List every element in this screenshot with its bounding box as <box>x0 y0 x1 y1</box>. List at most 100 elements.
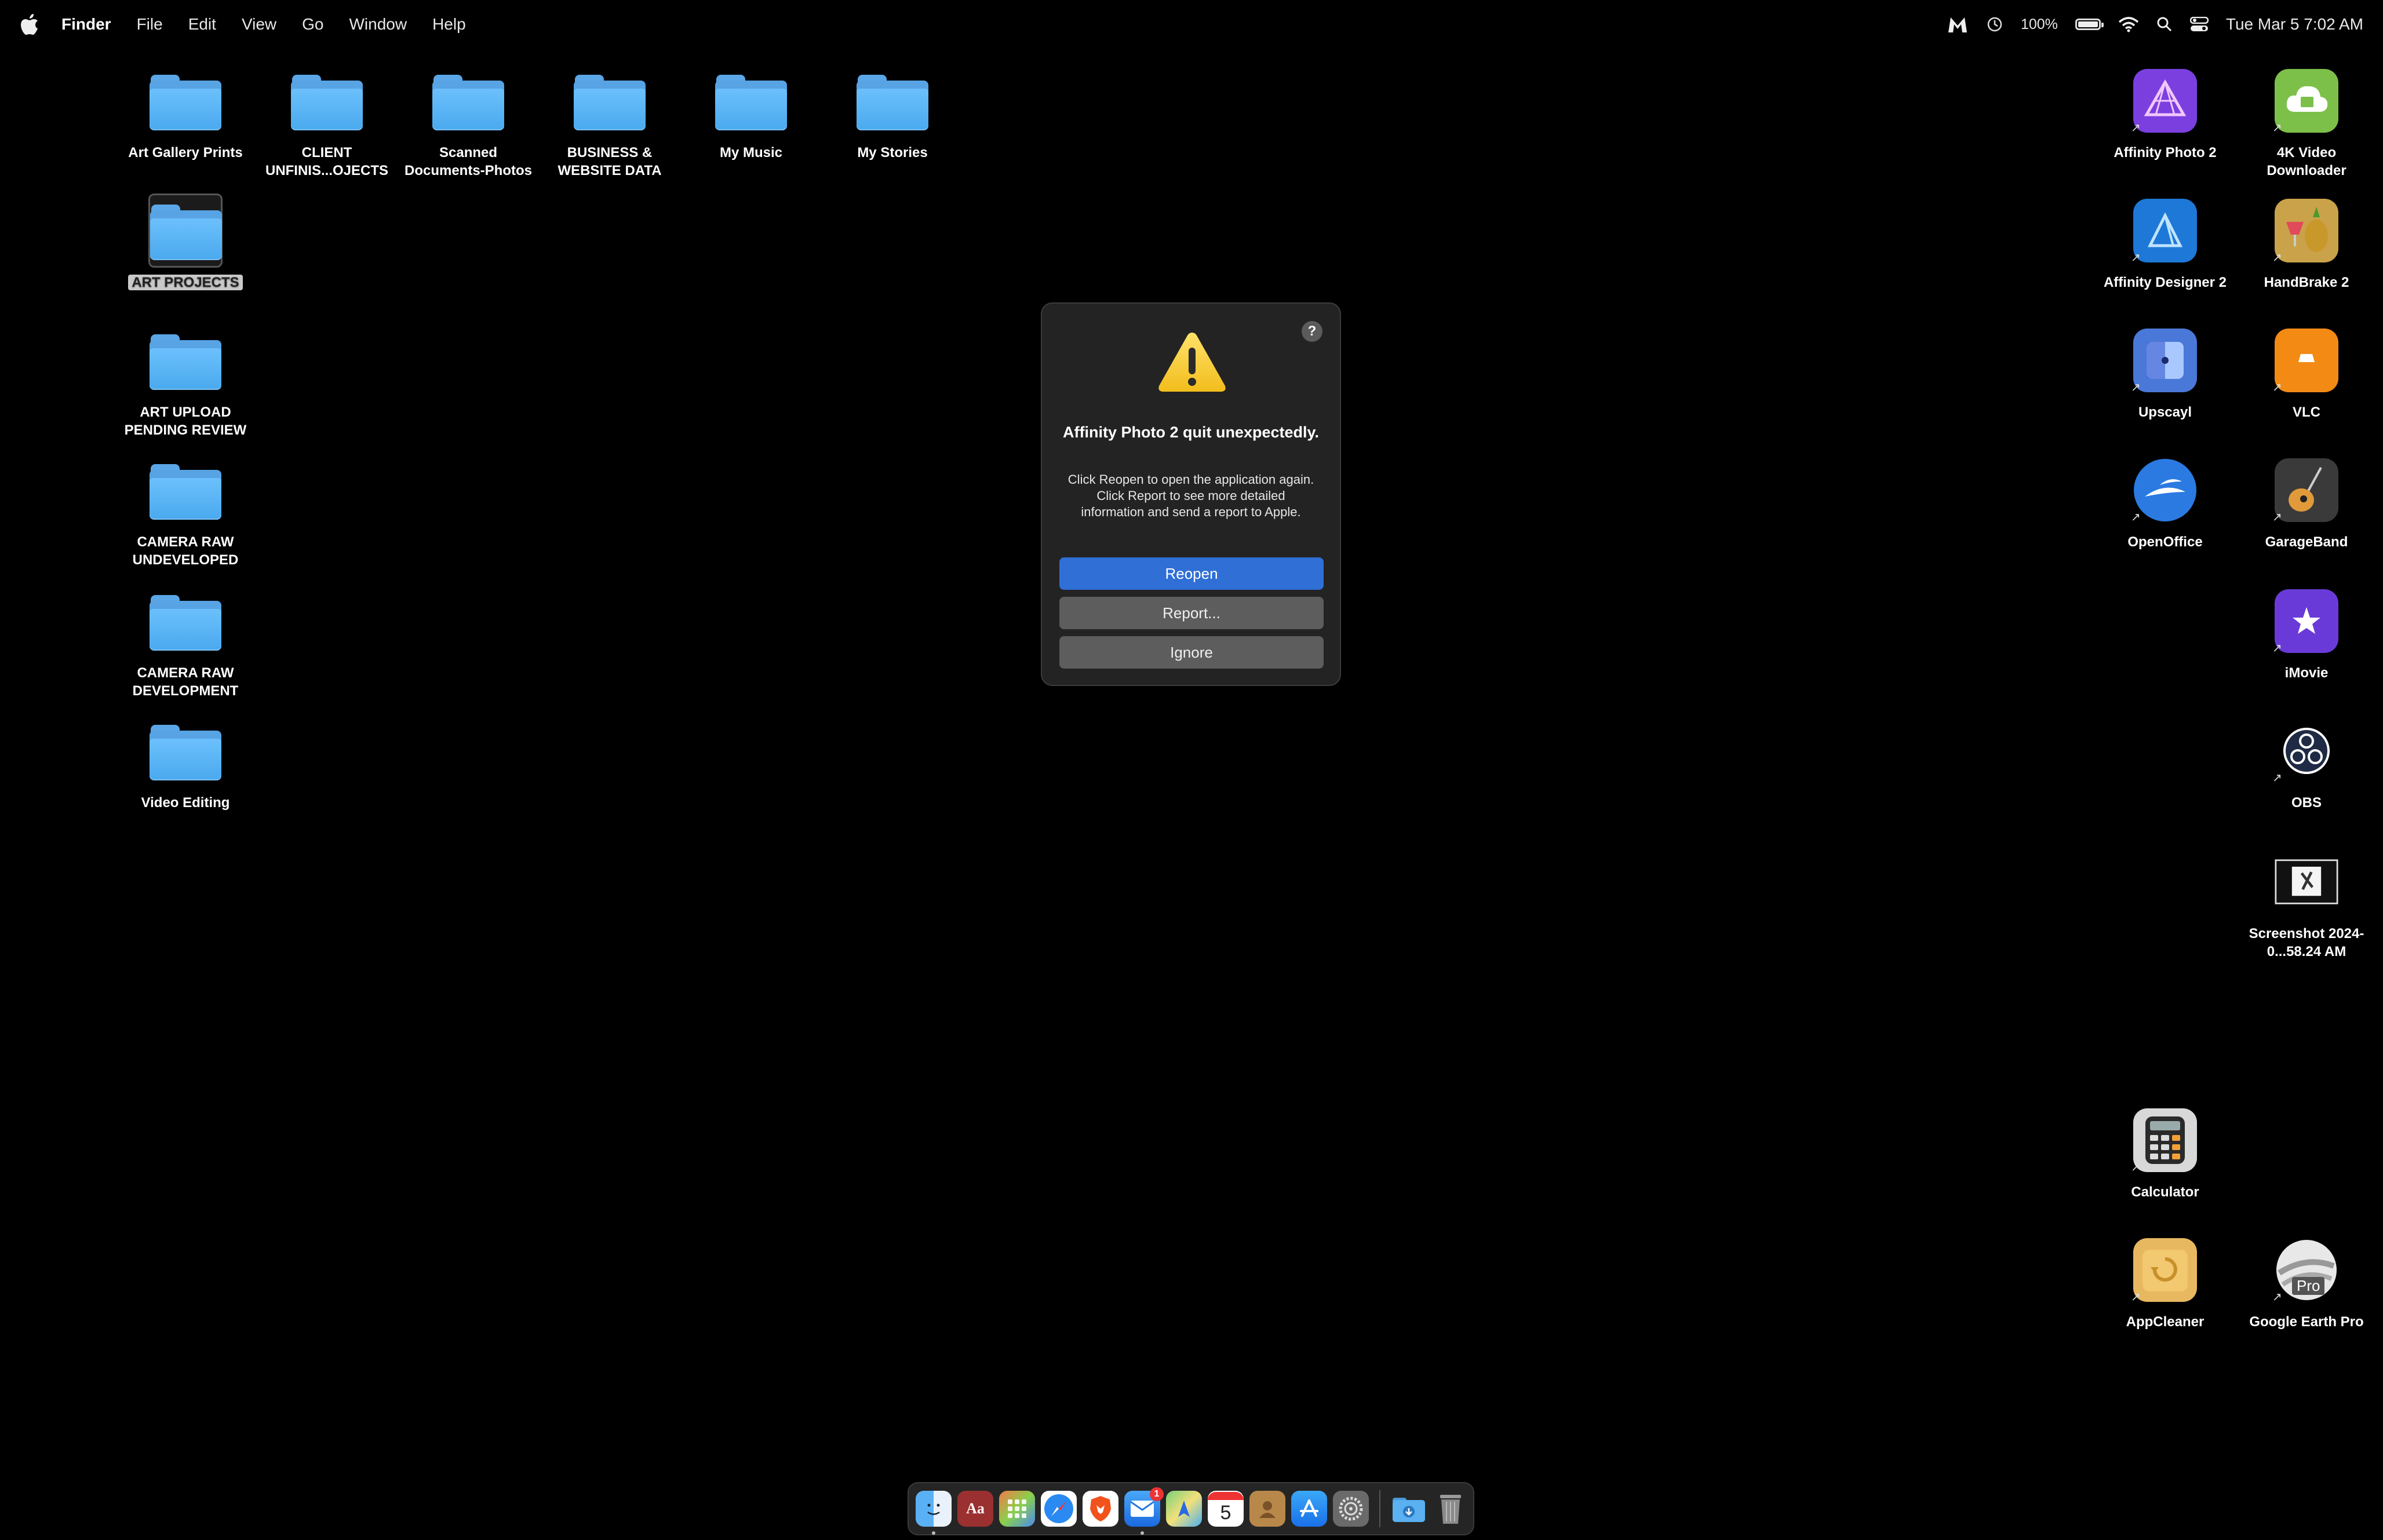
desktop-app-alias[interactable]: ↗ GarageBand <box>2239 453 2374 551</box>
report-button[interactable]: Report... <box>1059 597 1324 629</box>
app-icon: ↗ <box>2131 69 2197 134</box>
folder-icon <box>150 331 221 390</box>
alias-arrow-icon: ↗ <box>2272 381 2282 394</box>
dialog-title: Affinity Photo 2 quit unexpectedly. <box>1062 424 1320 441</box>
warning-icon <box>1158 333 1226 392</box>
menu-edit[interactable]: Edit <box>188 15 216 34</box>
dock-calendar-icon[interactable]: 5 <box>1208 1491 1244 1527</box>
menu-help[interactable]: Help <box>432 15 466 34</box>
mail-unread-badge: 1 <box>1150 1487 1164 1501</box>
calendar-header <box>1208 1492 1244 1500</box>
folder-icon <box>150 71 221 130</box>
desktop-folder[interactable]: Art Gallery Prints <box>118 64 253 162</box>
desktop-app-alias[interactable]: Pro ↗ Google Earth Pro <box>2239 1233 2374 1331</box>
menu-app-name[interactable]: Finder <box>61 15 111 34</box>
reopen-button[interactable]: Reopen <box>1059 557 1324 590</box>
app-icon: ↗ <box>2272 589 2338 655</box>
dock-brave-icon[interactable] <box>1083 1491 1118 1527</box>
desktop-folder[interactable]: Scanned Documents-Photos <box>401 64 535 180</box>
dock-finder-icon[interactable] <box>916 1491 952 1535</box>
desktop-folder[interactable]: My Stories <box>825 64 960 162</box>
desktop-folder[interactable]: ART UPLOAD PENDING REVIEW <box>118 323 253 439</box>
wifi-icon[interactable] <box>2118 16 2139 32</box>
dock-downloads-folder-icon[interactable] <box>1391 1491 1427 1527</box>
dock-mail-icon[interactable]: 1 <box>1124 1487 1164 1535</box>
menu-bar: Finder File Edit View Go Window Help 100… <box>0 0 2383 49</box>
menu-go[interactable]: Go <box>302 15 323 34</box>
time-machine-icon[interactable] <box>1986 16 2003 33</box>
battery-icon[interactable] <box>2075 19 2104 30</box>
desktop-app-alias[interactable]: ↗ Affinity Photo 2 <box>2098 64 2232 162</box>
desktop-folder[interactable]: CLIENT UNFINIS...OJECTS <box>260 64 394 180</box>
folder-icon <box>291 71 363 130</box>
dock-separator <box>1379 1490 1380 1527</box>
desktop-app-alias[interactable]: ↗ VLC <box>2239 323 2374 421</box>
desktop-folder[interactable]: Video Editing <box>118 714 253 812</box>
malwarebytes-icon[interactable] <box>1947 15 1969 34</box>
folder-icon-wrap <box>148 714 223 788</box>
folder-icon <box>715 71 787 130</box>
dock-system-settings-icon[interactable] <box>1333 1491 1369 1527</box>
menu-file[interactable]: File <box>137 15 163 34</box>
app-icon: ↗ <box>2131 199 2197 264</box>
folder-icon <box>150 201 222 260</box>
desktop-app-alias[interactable]: ↗ iMovie <box>2239 584 2374 682</box>
app-icon: Pro ↗ <box>2272 1238 2338 1304</box>
app-icon: ↗ <box>2272 458 2338 524</box>
menu-window[interactable]: Window <box>349 15 407 34</box>
menu-view[interactable]: View <box>242 15 276 34</box>
help-button[interactable]: ? <box>1302 321 1322 342</box>
app-label: OpenOffice <box>2127 534 2203 550</box>
desktop-folder[interactable]: My Music <box>684 64 818 162</box>
alias-arrow-icon: ↗ <box>2272 511 2282 524</box>
desktop-app-alias[interactable]: ↗ HandBrake 2 <box>2239 194 2374 291</box>
ignore-button[interactable]: Ignore <box>1059 636 1324 669</box>
dock-contacts-icon[interactable] <box>1249 1491 1285 1527</box>
app-icon: ↗ <box>2272 199 2338 264</box>
dock-launchpad-icon[interactable] <box>999 1491 1035 1527</box>
dock-trash-icon[interactable] <box>1433 1491 1469 1527</box>
desktop-app-alias[interactable]: Screenshot 2024-0...58.24 AM <box>2239 845 2374 961</box>
desktop-folder[interactable]: CAMERA RAW UNDEVELOPED <box>118 453 253 569</box>
desktop-app-alias[interactable]: ↗ OpenOffice <box>2098 453 2232 551</box>
folder-label: ART PROJECTS <box>118 273 253 291</box>
app-icon-wrap: ↗ <box>2128 194 2202 268</box>
folder-icon-wrap <box>148 194 223 268</box>
calendar-day: 5 <box>1220 1502 1231 1524</box>
app-icon: ↗ <box>2272 719 2338 784</box>
desktop-app-alias[interactable]: ↗ AppCleaner <box>2098 1233 2232 1331</box>
folder-icon <box>574 71 646 130</box>
desktop-folder[interactable]: CAMERA RAW DEVELOPMENT <box>118 584 253 700</box>
folder-label: Video Editing <box>141 795 230 811</box>
alias-arrow-icon: ↗ <box>2272 122 2282 134</box>
app-icon: ↗ <box>2131 458 2197 524</box>
desktop-app-alias[interactable]: ↗ Affinity Designer 2 <box>2098 194 2232 291</box>
dock-app-store-icon[interactable] <box>1291 1491 1327 1527</box>
alias-arrow-icon: ↗ <box>2272 251 2282 264</box>
dock: Aa 1 5 <box>908 1482 1474 1535</box>
app-label: HandBrake 2 <box>2264 275 2349 290</box>
apple-menu-icon[interactable] <box>20 13 39 36</box>
alias-arrow-icon: ↗ <box>2131 1161 2141 1174</box>
spotlight-search-icon[interactable] <box>2156 16 2173 32</box>
app-label: 4K Video Downloader <box>2267 145 2346 178</box>
dictionary-glyph: Aa <box>966 1500 985 1517</box>
dock-safari-icon[interactable] <box>1041 1491 1077 1527</box>
dock-maps-icon[interactable] <box>1166 1491 1202 1527</box>
app-label: Google Earth Pro <box>2249 1314 2364 1330</box>
desktop-folder[interactable]: BUSINESS & WEBSITE DATA <box>542 64 677 180</box>
control-center-icon[interactable] <box>2189 17 2209 32</box>
desktop-app-alias[interactable]: ↗ Upscayl <box>2098 323 2232 421</box>
dock-dictionary-icon[interactable]: Aa <box>957 1491 993 1527</box>
desktop-app-alias[interactable]: ↗ Calculator <box>2098 1103 2232 1201</box>
menu-clock[interactable]: Tue Mar 5 7:02 AM <box>2226 15 2363 34</box>
folder-icon <box>857 71 928 130</box>
folder-icon-wrap <box>148 323 223 397</box>
app-label: AppCleaner <box>2126 1314 2205 1330</box>
app-icon-wrap: ↗ <box>2269 584 2344 658</box>
desktop-app-alias[interactable]: ↗ 4K Video Downloader <box>2239 64 2374 180</box>
app-icon-wrap <box>2269 845 2344 919</box>
desktop-folder[interactable]: ART PROJECTS <box>118 194 253 291</box>
folder-label: CAMERA RAW DEVELOPMENT <box>132 665 239 699</box>
desktop-app-alias[interactable]: ↗ OBS <box>2239 714 2374 812</box>
